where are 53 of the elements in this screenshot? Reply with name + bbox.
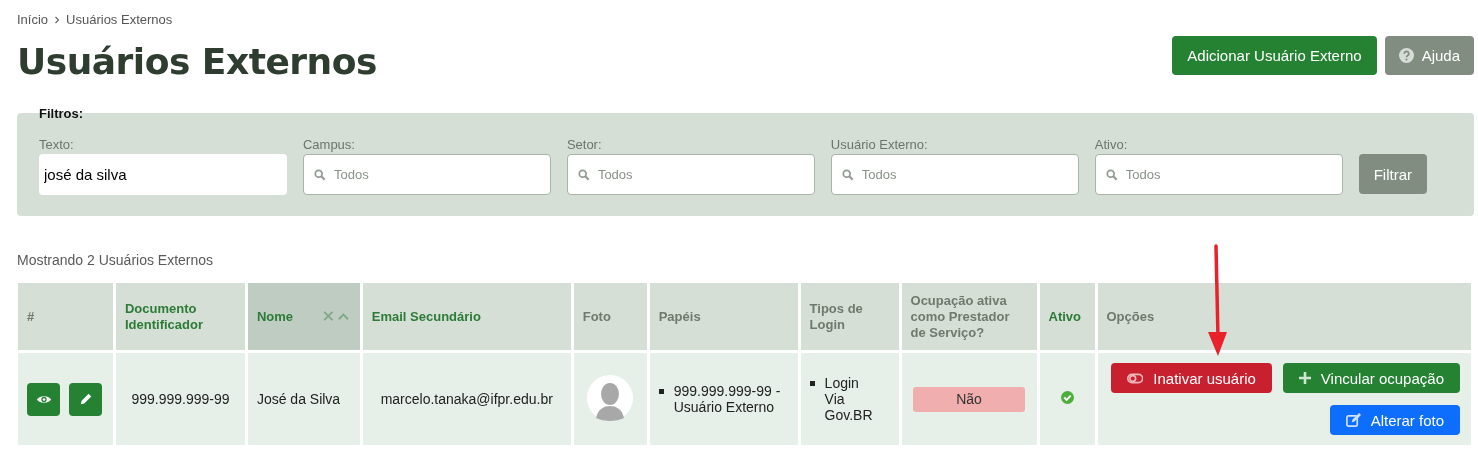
column-header[interactable]: Email Secundário (362, 283, 571, 350)
field-label: Ativo: (1094, 137, 1129, 152)
field-label: Texto: (39, 137, 75, 152)
table-cell: marcelo.tanaka@ifpr.edu.br (362, 353, 571, 445)
text-field[interactable]: josé da silva (39, 154, 287, 195)
select-field[interactable]: Todos (302, 154, 551, 195)
view-button[interactable] (27, 382, 60, 416)
select-field[interactable]: Todos (830, 154, 1079, 195)
edit-icon (1345, 412, 1361, 428)
column-header: # (18, 283, 113, 350)
breadcrumb-current: Usuários Externos (66, 12, 173, 27)
select-field[interactable]: Todos (1094, 154, 1343, 195)
login-type-item: Login Via Gov.BR (824, 375, 870, 423)
search-icon (841, 168, 854, 181)
column-header[interactable]: Nome (247, 283, 360, 350)
column-header[interactable]: Documento Identificador (116, 283, 245, 350)
column-header[interactable]: Ativo (1039, 283, 1095, 350)
filter-button[interactable]: Filtrar (1358, 154, 1427, 194)
table-cell: José da Silva (247, 353, 360, 445)
bullet-icon (658, 389, 664, 394)
help-button[interactable]: Ajuda (1384, 36, 1474, 75)
page-title: Usuários Externos (17, 41, 377, 82)
add-user-button[interactable]: Adicionar Usuário Externo (1172, 36, 1377, 75)
eye-icon (35, 393, 52, 405)
pencil-icon (78, 392, 93, 406)
question-icon (1398, 48, 1414, 63)
column-header: Foto (573, 283, 647, 350)
field-label: Usuário Externo: (830, 137, 929, 152)
table-cell: 999.999.999-99 (116, 353, 245, 445)
column-header: Opções (1097, 283, 1471, 350)
bullet-icon (809, 381, 815, 386)
column-header: Papéis (649, 283, 798, 350)
change-photo-button[interactable]: Alterar foto (1329, 405, 1460, 435)
toggle-icon (1126, 372, 1144, 384)
breadcrumb-link[interactable]: Início (17, 12, 49, 27)
column-header: Tipos de Login (800, 283, 899, 350)
select-field[interactable]: Todos (566, 154, 815, 195)
avatar-icon (587, 374, 634, 421)
field-label: Setor: (566, 137, 603, 152)
deactivate-button[interactable]: Inativar usuário (1110, 363, 1272, 393)
search-icon (313, 168, 326, 181)
plus-icon (1298, 372, 1311, 384)
filter-title: Filtros: (39, 106, 84, 121)
column-header: Ocupação ativa como Prestador de Serviço? (901, 283, 1037, 350)
edit-button[interactable] (69, 382, 102, 416)
search-icon (1105, 168, 1118, 181)
results-count: Mostrando 2 Usuários Externos (17, 252, 215, 268)
role-item: 999.999.999-99 - Usuário Externo (673, 383, 782, 415)
search-icon (577, 168, 590, 181)
field-label: Campus: (302, 137, 356, 152)
link-occupation-button[interactable]: Vincular ocupação (1282, 363, 1460, 393)
chevron-icon (54, 15, 61, 24)
status-badge: Não (913, 386, 1025, 412)
